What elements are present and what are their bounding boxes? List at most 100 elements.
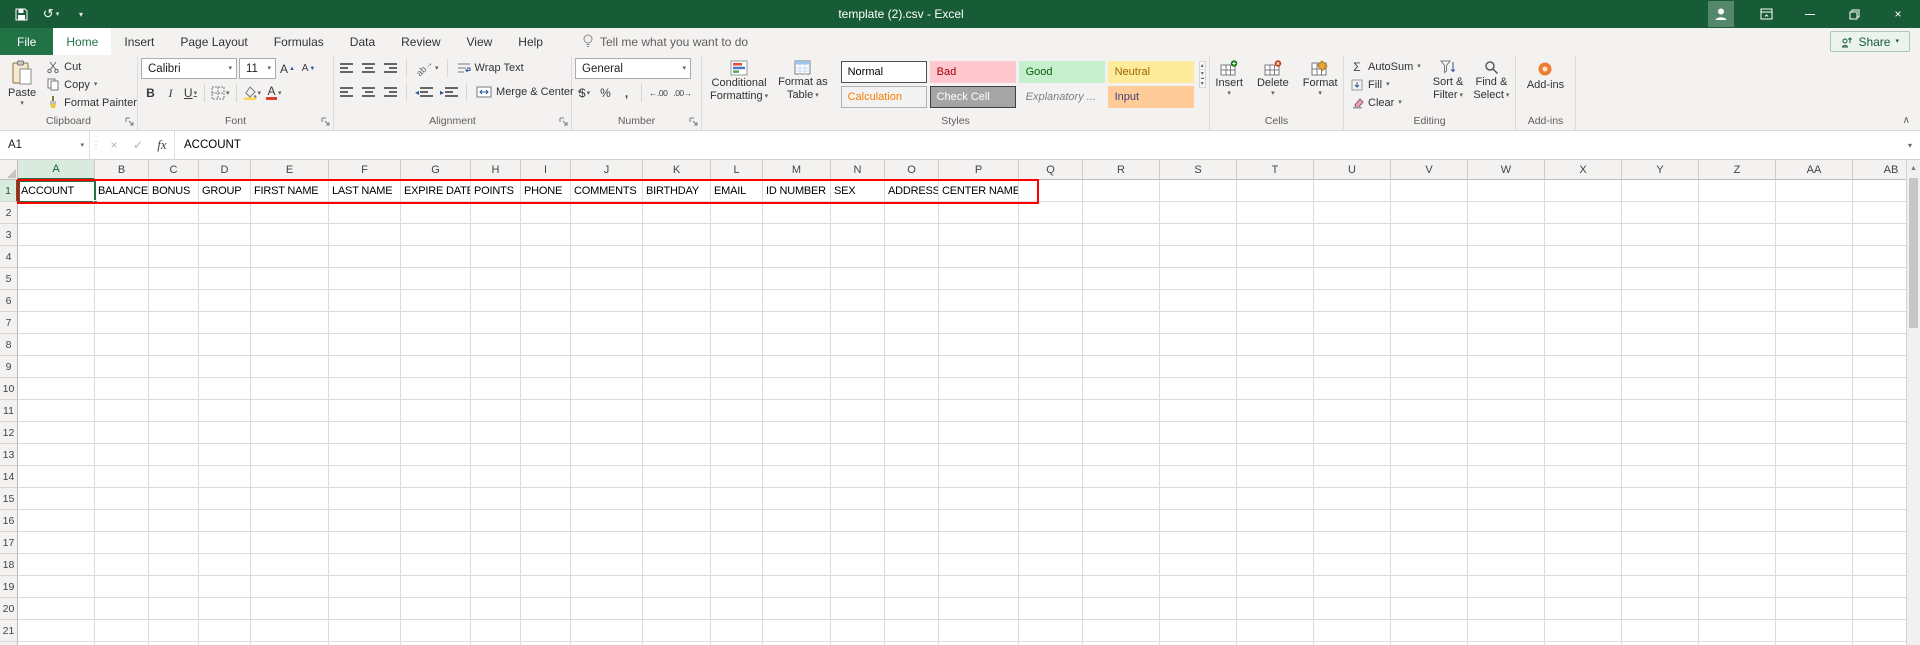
cell-N14[interactable] (831, 466, 885, 488)
cell-Y1[interactable] (1622, 180, 1699, 202)
tab-home[interactable]: Home (53, 28, 111, 55)
cell-I14[interactable] (521, 466, 571, 488)
cell-I12[interactable] (521, 422, 571, 444)
cell-G2[interactable] (401, 202, 471, 224)
cell-H20[interactable] (471, 598, 521, 620)
cell-I18[interactable] (521, 554, 571, 576)
cell-P1[interactable]: CENTER NAME (939, 180, 1019, 202)
cell-P5[interactable] (939, 268, 1019, 290)
cell-style-normal[interactable]: Normal (841, 61, 927, 83)
cell-K9[interactable] (643, 356, 711, 378)
cell-Y20[interactable] (1622, 598, 1699, 620)
tab-page-layout[interactable]: Page Layout (167, 28, 260, 55)
cell-E4[interactable] (251, 246, 329, 268)
tab-file[interactable]: File (0, 28, 53, 55)
column-header-AA[interactable]: AA (1776, 160, 1853, 180)
cell-H15[interactable] (471, 488, 521, 510)
cell-R20[interactable] (1083, 598, 1160, 620)
cell-X21[interactable] (1545, 620, 1622, 642)
row-header-13[interactable]: 13 (0, 444, 18, 466)
formula-bar-expand-button[interactable]: ▾ (1900, 131, 1920, 159)
row-header-5[interactable]: 5 (0, 268, 18, 290)
cell-U5[interactable] (1314, 268, 1391, 290)
cell-I9[interactable] (521, 356, 571, 378)
cell-G16[interactable] (401, 510, 471, 532)
tab-data[interactable]: Data (337, 28, 388, 55)
cell-I7[interactable] (521, 312, 571, 334)
cell-C20[interactable] (149, 598, 199, 620)
cell-R16[interactable] (1083, 510, 1160, 532)
cell-M3[interactable] (763, 224, 831, 246)
cell-AB3[interactable] (1853, 224, 1906, 246)
cell-G19[interactable] (401, 576, 471, 598)
cell-N12[interactable] (831, 422, 885, 444)
cell-V13[interactable] (1391, 444, 1468, 466)
column-header-A[interactable]: A (18, 160, 95, 180)
cell-R21[interactable] (1083, 620, 1160, 642)
cell-E9[interactable] (251, 356, 329, 378)
cell-B17[interactable] (95, 532, 149, 554)
column-header-C[interactable]: C (149, 160, 199, 180)
cell-A1[interactable]: ACCOUNT (18, 180, 95, 202)
cell-N6[interactable] (831, 290, 885, 312)
cell-C6[interactable] (149, 290, 199, 312)
cell-X16[interactable] (1545, 510, 1622, 532)
cell-Q3[interactable] (1019, 224, 1083, 246)
number-format-select[interactable]: General▾ (575, 58, 691, 79)
cell-A14[interactable] (18, 466, 95, 488)
cell-O6[interactable] (885, 290, 939, 312)
cell-Y16[interactable] (1622, 510, 1699, 532)
format-as-table-button[interactable]: Format as Table▾ (773, 58, 833, 101)
cell-P19[interactable] (939, 576, 1019, 598)
gallery-scroll-up-button[interactable]: ▴ (1200, 62, 1205, 70)
clipboard-dialog-launcher[interactable] (123, 115, 135, 127)
cell-C3[interactable] (149, 224, 199, 246)
cell-V9[interactable] (1391, 356, 1468, 378)
cell-J20[interactable] (571, 598, 643, 620)
cell-I1[interactable]: PHONE (521, 180, 571, 202)
cell-G17[interactable] (401, 532, 471, 554)
cell-L12[interactable] (711, 422, 763, 444)
cell-A15[interactable] (18, 488, 95, 510)
cell-M2[interactable] (763, 202, 831, 224)
cell-D6[interactable] (199, 290, 251, 312)
cell-P18[interactable] (939, 554, 1019, 576)
insert-cells-button[interactable]: Insert ▾ (1210, 58, 1248, 97)
cell-U8[interactable] (1314, 334, 1391, 356)
cell-W18[interactable] (1468, 554, 1545, 576)
cancel-button[interactable]: × (102, 131, 126, 159)
cell-S10[interactable] (1160, 378, 1237, 400)
cell-I19[interactable] (521, 576, 571, 598)
cell-K11[interactable] (643, 400, 711, 422)
cell-J18[interactable] (571, 554, 643, 576)
cell-Q6[interactable] (1019, 290, 1083, 312)
cell-D4[interactable] (199, 246, 251, 268)
cell-A20[interactable] (18, 598, 95, 620)
cell-AA7[interactable] (1776, 312, 1853, 334)
wrap-text-button[interactable]: Wrap Text (454, 60, 527, 77)
cell-Z7[interactable] (1699, 312, 1776, 334)
increase-decimal-button[interactable]: ←.00 (647, 83, 669, 103)
paste-button[interactable]: Paste ▾ (3, 58, 41, 107)
cell-K6[interactable] (643, 290, 711, 312)
cell-I2[interactable] (521, 202, 571, 224)
cell-AB14[interactable] (1853, 466, 1906, 488)
close-button[interactable]: × (1876, 0, 1920, 28)
cell-AA20[interactable] (1776, 598, 1853, 620)
cell-H3[interactable] (471, 224, 521, 246)
cell-A8[interactable] (18, 334, 95, 356)
cell-N1[interactable]: SEX (831, 180, 885, 202)
cell-S15[interactable] (1160, 488, 1237, 510)
cell-W16[interactable] (1468, 510, 1545, 532)
column-header-P[interactable]: P (939, 160, 1019, 180)
cell-L18[interactable] (711, 554, 763, 576)
cell-J9[interactable] (571, 356, 643, 378)
scroll-up-icon[interactable]: ▲ (1907, 160, 1920, 176)
cell-R14[interactable] (1083, 466, 1160, 488)
cell-V3[interactable] (1391, 224, 1468, 246)
cell-Q20[interactable] (1019, 598, 1083, 620)
cell-AA12[interactable] (1776, 422, 1853, 444)
cell-style-check-cell[interactable]: Check Cell (930, 86, 1016, 108)
cell-D19[interactable] (199, 576, 251, 598)
alignment-dialog-launcher[interactable] (557, 115, 569, 127)
